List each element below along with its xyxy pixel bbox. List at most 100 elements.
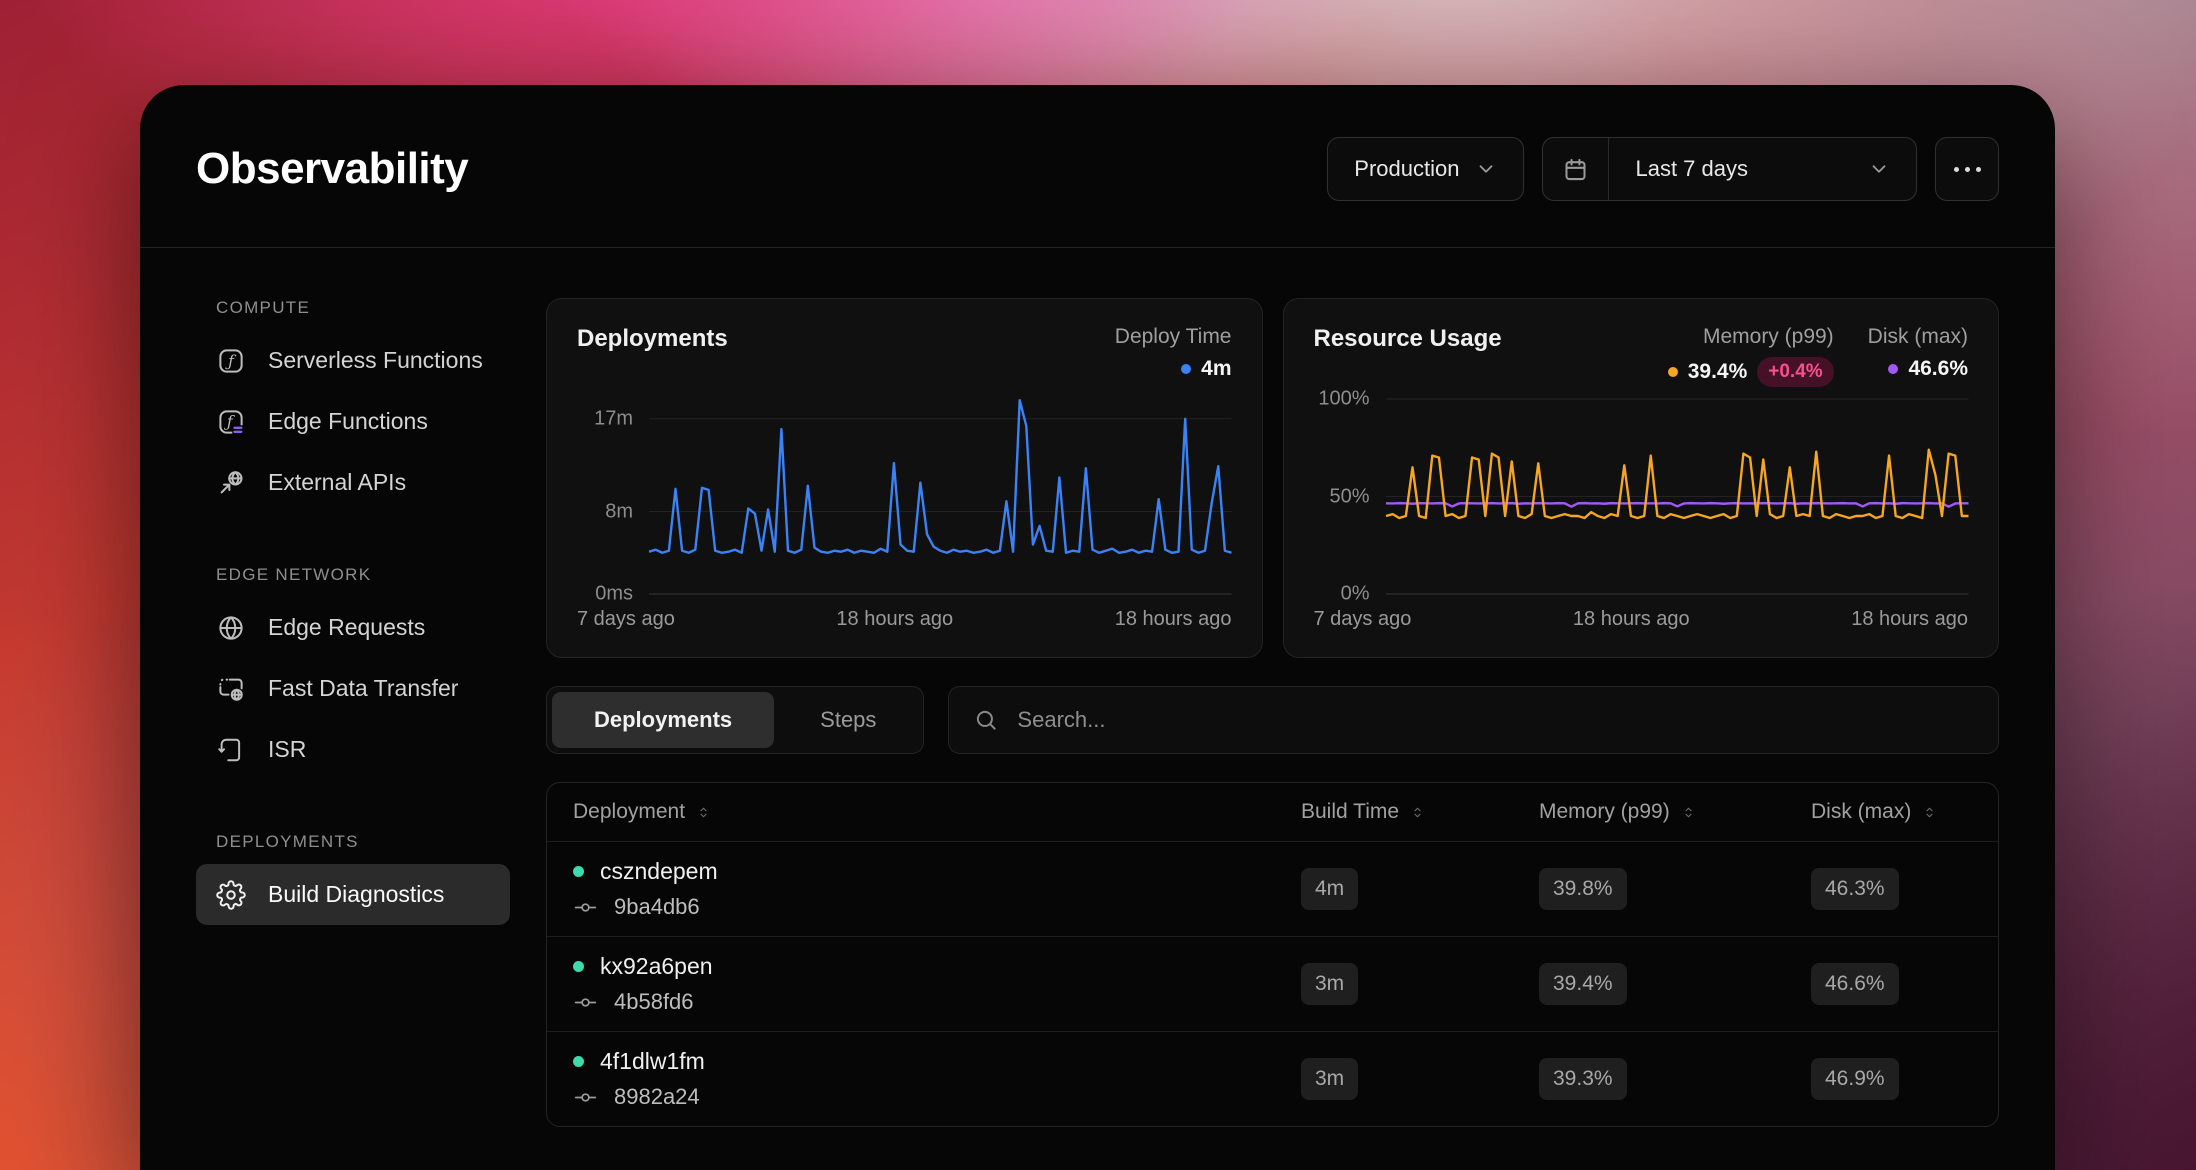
- value-badge: 46.6%: [1811, 963, 1899, 1005]
- legend-dot-icon: [1181, 364, 1191, 374]
- x-tick-label: 18 hours ago: [1115, 608, 1232, 631]
- commit-hash: 8982a24: [614, 1084, 700, 1110]
- sidebar-section: DEPLOYMENTS Build Diagnostics: [196, 832, 510, 925]
- chart-cards: Deployments Deploy Time 4m 17m8m0ms 7 days…: [546, 298, 1999, 658]
- legend-value: 39.4%+0.4%: [1668, 357, 1834, 387]
- column-header-label: Memory (p99): [1539, 800, 1670, 824]
- x-tick-label: 18 hours ago: [1573, 608, 1690, 631]
- sidebar-item-label: Edge Requests: [268, 614, 425, 641]
- disk-cell: 46.3%: [1811, 868, 1998, 910]
- external-apis-icon: [216, 468, 246, 498]
- sidebar-item-serverless-functions[interactable]: ƒServerless Functions: [196, 330, 510, 391]
- column-header-label: Deployment: [573, 800, 685, 824]
- search-icon: [973, 707, 999, 733]
- x-tick-label: 7 days ago: [577, 608, 675, 631]
- date-range-control[interactable]: Last 7 days: [1542, 137, 1917, 201]
- legend-entry: Memory (p99)39.4%+0.4%: [1668, 325, 1834, 387]
- header-controls: Production Last 7 days: [1327, 137, 1999, 201]
- more-options-button[interactable]: [1935, 137, 1999, 201]
- sidebar: COMPUTEƒServerless FunctionsƒEdge Functi…: [196, 298, 510, 1127]
- sidebar-item-build-diagnostics[interactable]: Build Diagnostics: [196, 864, 510, 925]
- build-time-cell: 3m: [1301, 1058, 1539, 1100]
- value-badge: 46.9%: [1811, 1058, 1899, 1100]
- y-tick-label: 100%: [1318, 388, 1369, 411]
- delta-badge: +0.4%: [1757, 357, 1833, 387]
- x-tick-label: 18 hours ago: [1851, 608, 1968, 631]
- table-row[interactable]: 4f1dlw1fm8982a243m39.3%46.9%: [547, 1031, 1998, 1126]
- sort-icon[interactable]: [1921, 804, 1938, 821]
- globe-icon: [216, 613, 246, 643]
- sidebar-item-edge-requests[interactable]: Edge Requests: [196, 597, 510, 658]
- sidebar-section: COMPUTEƒServerless FunctionsƒEdge Functi…: [196, 298, 510, 513]
- y-tick-label: 50%: [1329, 485, 1369, 508]
- x-tick-label: 7 days ago: [1314, 608, 1412, 631]
- edge-functions-icon: ƒ: [216, 407, 246, 437]
- column-header-disk-max-[interactable]: Disk (max): [1811, 800, 1998, 824]
- svg-text:ƒ: ƒ: [225, 352, 237, 370]
- environment-dropdown[interactable]: Production: [1327, 137, 1524, 201]
- tab-deployments[interactable]: Deployments: [552, 692, 774, 748]
- chart-plot-area: [649, 393, 1232, 594]
- legend-dot-icon: [1668, 367, 1678, 377]
- sidebar-item-label: Fast Data Transfer: [268, 675, 458, 702]
- resource-usage-chart-card: Resource Usage Memory (p99)39.4%+0.4%Dis…: [1283, 298, 2000, 658]
- deployments-table: Deployment Build Time Memory (p99) Disk (ma…: [546, 782, 1999, 1127]
- legend-entry: Deploy Time 4m: [1115, 325, 1232, 381]
- calendar-icon[interactable]: [1543, 138, 1609, 200]
- memory-cell: 39.3%: [1539, 1058, 1811, 1100]
- commit-icon: [573, 990, 598, 1015]
- search-input[interactable]: [1017, 707, 1974, 733]
- value-badge: 39.8%: [1539, 868, 1627, 910]
- value-badge: 46.3%: [1811, 868, 1899, 910]
- legend-label: Deploy Time: [1115, 325, 1232, 349]
- value-badge: 39.3%: [1539, 1058, 1627, 1100]
- deployment-cell: kx92a6pen4b58fd6: [547, 953, 1301, 1015]
- observability-window: Observability Production Last 7 days COM…: [140, 85, 2055, 1170]
- sidebar-item-fast-data-transfer[interactable]: Fast Data Transfer: [196, 658, 510, 719]
- build-time-cell: 3m: [1301, 963, 1539, 1005]
- table-row[interactable]: kx92a6pen4b58fd63m 39.4%46.6%: [547, 936, 1998, 1031]
- sort-icon[interactable]: [1680, 804, 1697, 821]
- y-tick-label: 0%: [1341, 583, 1370, 606]
- legend-dot-icon: [1888, 364, 1898, 374]
- value-badge: 3m: [1301, 963, 1358, 1005]
- legend-value: 4m: [1181, 357, 1231, 381]
- isr-icon: [216, 735, 246, 765]
- y-tick-label: 0ms: [595, 583, 633, 606]
- sidebar-section-label: EDGE NETWORK: [196, 565, 510, 585]
- commit-hash: 4b58fd6: [614, 989, 694, 1015]
- disk-cell: 46.9%: [1811, 1058, 1998, 1100]
- chevron-down-icon: [1868, 158, 1890, 180]
- table-row[interactable]: cszndepem 9ba4db6 4m 39.8% 46.3%: [547, 841, 1998, 936]
- chart-legend: Deploy Time 4m: [1115, 325, 1232, 381]
- column-header-memory-p99-[interactable]: Memory (p99): [1539, 800, 1811, 824]
- window-content: COMPUTEƒServerless FunctionsƒEdge Functi…: [140, 248, 2055, 1127]
- legend-entry: Disk (max)46.6%: [1868, 325, 1968, 387]
- sidebar-item-external-apis[interactable]: External APIs: [196, 452, 510, 513]
- deployment-cell: cszndepem 9ba4db6: [547, 858, 1301, 920]
- column-header-deployment[interactable]: Deployment: [547, 800, 1301, 824]
- status-dot-icon: [573, 866, 584, 877]
- memory-cell: 39.4%: [1539, 963, 1811, 1005]
- status-dot-icon: [573, 961, 584, 972]
- y-axis-labels: 17m8m0ms: [577, 393, 649, 594]
- value-badge: 4m: [1301, 868, 1358, 910]
- search-box[interactable]: [948, 686, 1999, 754]
- sidebar-item-edge-functions[interactable]: ƒEdge Functions: [196, 391, 510, 452]
- column-header-label: Build Time: [1301, 800, 1399, 824]
- sort-icon[interactable]: [695, 804, 712, 821]
- sidebar-item-isr[interactable]: ISR: [196, 719, 510, 780]
- sort-icon[interactable]: [1409, 804, 1426, 821]
- tab-steps[interactable]: Steps: [778, 692, 918, 748]
- memory-cell: 39.8%: [1539, 868, 1811, 910]
- page-title: Observability: [196, 144, 468, 194]
- commit-hash: 9ba4db6: [614, 894, 700, 920]
- column-header-build-time[interactable]: Build Time: [1301, 800, 1539, 824]
- chevron-down-icon: [1475, 158, 1497, 180]
- sidebar-section-label: DEPLOYMENTS: [196, 832, 510, 852]
- deployment-name: cszndepem: [600, 858, 718, 885]
- legend-label: Disk (max): [1868, 325, 1968, 349]
- deployments-chart-card: Deployments Deploy Time 4m 17m8m0ms 7 days…: [546, 298, 1263, 658]
- date-range-dropdown[interactable]: Last 7 days: [1609, 138, 1916, 200]
- card-title: Deployments: [577, 325, 728, 353]
